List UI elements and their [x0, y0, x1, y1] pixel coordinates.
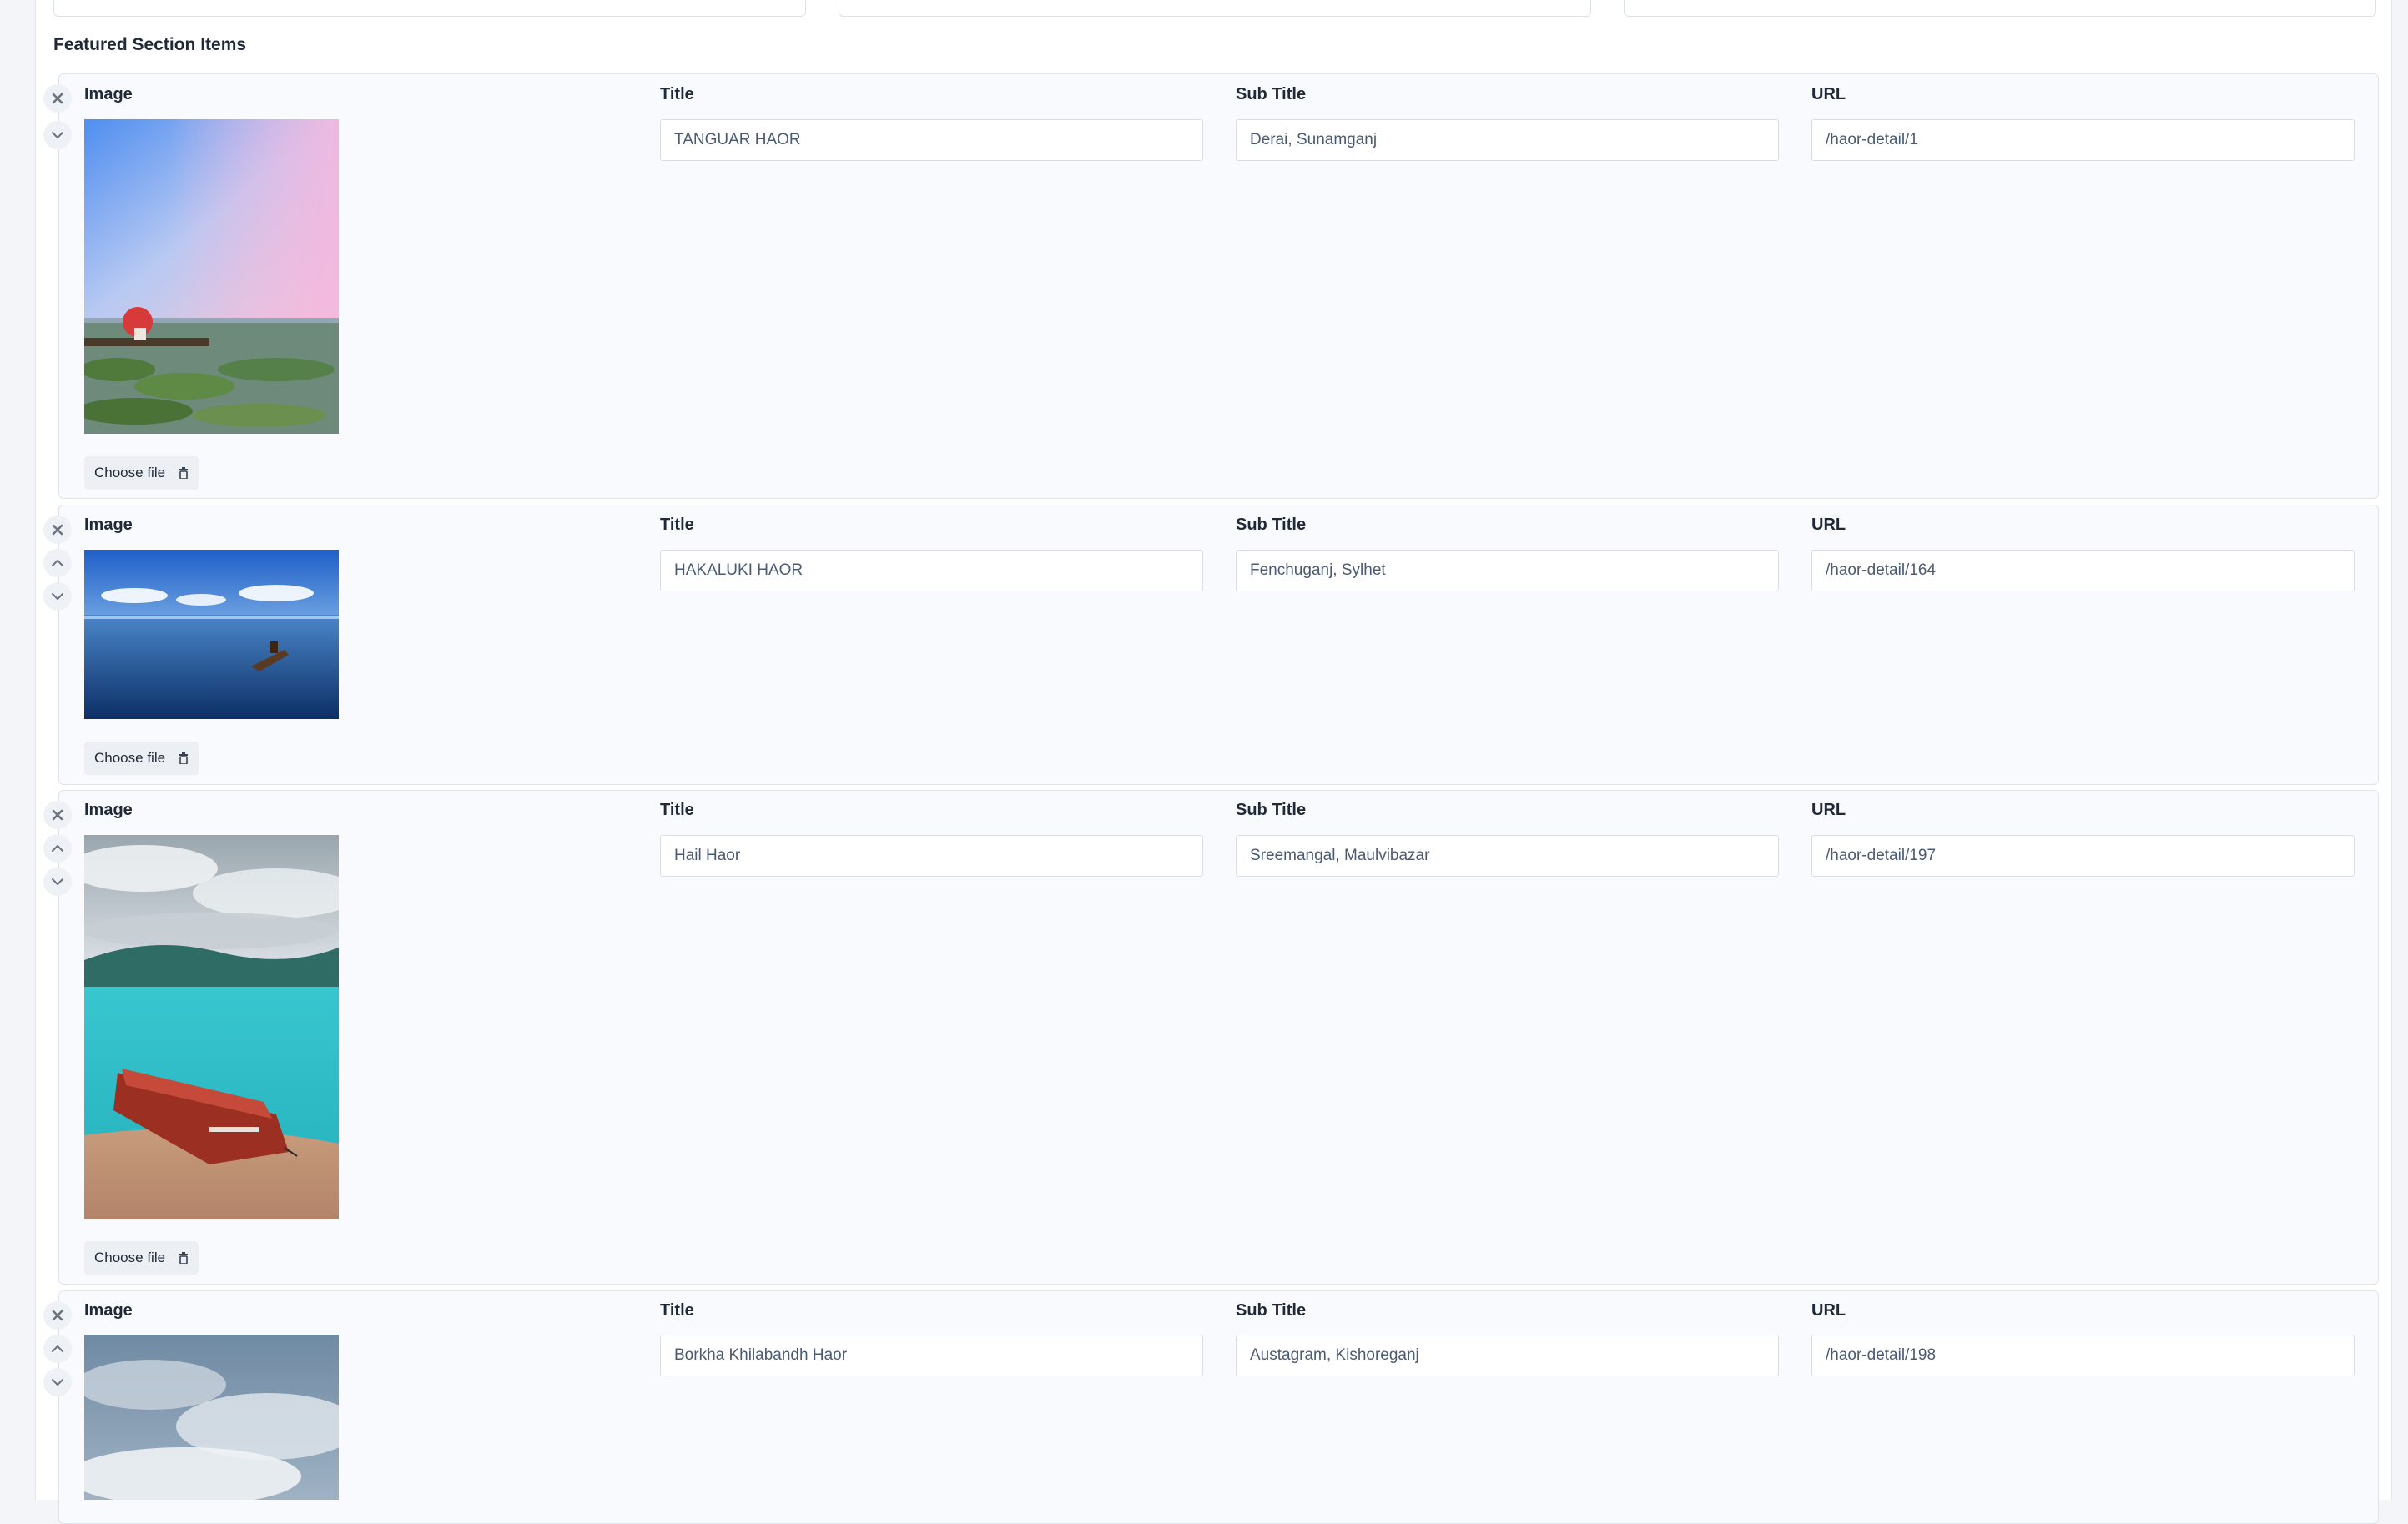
item-image: [84, 835, 339, 1219]
title-input[interactable]: [660, 119, 1203, 161]
close-icon[interactable]: [43, 84, 72, 113]
section-title: Featured Section Items: [53, 35, 247, 54]
top-input-1[interactable]: [53, 0, 806, 17]
url-label: URL: [1811, 1301, 1846, 1320]
image-label: Image: [84, 1301, 133, 1320]
chevron-down-icon[interactable]: [43, 121, 72, 149]
url-label: URL: [1811, 801, 1846, 819]
chevron-up-icon[interactable]: [43, 549, 72, 577]
trash-icon[interactable]: [179, 752, 189, 764]
subtitle-input[interactable]: [1236, 550, 1779, 591]
url-input[interactable]: [1811, 119, 2355, 161]
chevron-down-icon[interactable]: [43, 1368, 72, 1396]
close-icon[interactable]: [43, 1301, 72, 1330]
trash-icon[interactable]: [179, 1252, 189, 1264]
title-input[interactable]: [660, 835, 1203, 877]
url-label: URL: [1811, 85, 1846, 103]
top-input-2[interactable]: [839, 0, 1591, 17]
subtitle-input[interactable]: [1236, 119, 1779, 161]
top-input-3[interactable]: [1624, 0, 2376, 17]
item-image: [84, 1335, 339, 1500]
choose-file-button[interactable]: Choose file: [84, 742, 199, 775]
title-label: Title: [660, 516, 694, 534]
image-label: Image: [84, 516, 133, 534]
url-label: URL: [1811, 516, 1846, 534]
title-label: Title: [660, 801, 694, 819]
item-image: [84, 550, 339, 719]
chevron-up-icon[interactable]: [43, 1335, 72, 1363]
title-label: Title: [660, 85, 694, 103]
subtitle-label: Sub Title: [1236, 516, 1307, 534]
choose-file-label: Choose file: [94, 465, 166, 480]
trash-icon[interactable]: [179, 467, 189, 479]
subtitle-label: Sub Title: [1236, 85, 1307, 103]
subtitle-input[interactable]: [1236, 1335, 1779, 1376]
choose-file-label: Choose file: [94, 1250, 166, 1265]
title-label: Title: [660, 1301, 694, 1320]
choose-file-label: Choose file: [94, 750, 166, 766]
subtitle-label: Sub Title: [1236, 801, 1307, 819]
close-icon[interactable]: [43, 516, 72, 544]
item-image: [84, 119, 339, 434]
image-label: Image: [84, 801, 133, 819]
url-input[interactable]: [1811, 835, 2355, 877]
featured-item-4: [58, 1290, 2379, 1524]
choose-file-button[interactable]: Choose file: [84, 456, 199, 490]
close-icon[interactable]: [43, 801, 72, 829]
chevron-up-icon[interactable]: [43, 834, 72, 863]
url-input[interactable]: [1811, 550, 2355, 591]
url-input[interactable]: [1811, 1335, 2355, 1376]
subtitle-input[interactable]: [1236, 835, 1779, 877]
subtitle-label: Sub Title: [1236, 1301, 1307, 1320]
featured-item-2: [58, 505, 2379, 785]
chevron-down-icon[interactable]: [43, 868, 72, 896]
title-input[interactable]: [660, 1335, 1203, 1376]
choose-file-button[interactable]: Choose file: [84, 1241, 199, 1275]
chevron-down-icon[interactable]: [43, 582, 72, 611]
image-label: Image: [84, 85, 133, 103]
title-input[interactable]: [660, 550, 1203, 591]
